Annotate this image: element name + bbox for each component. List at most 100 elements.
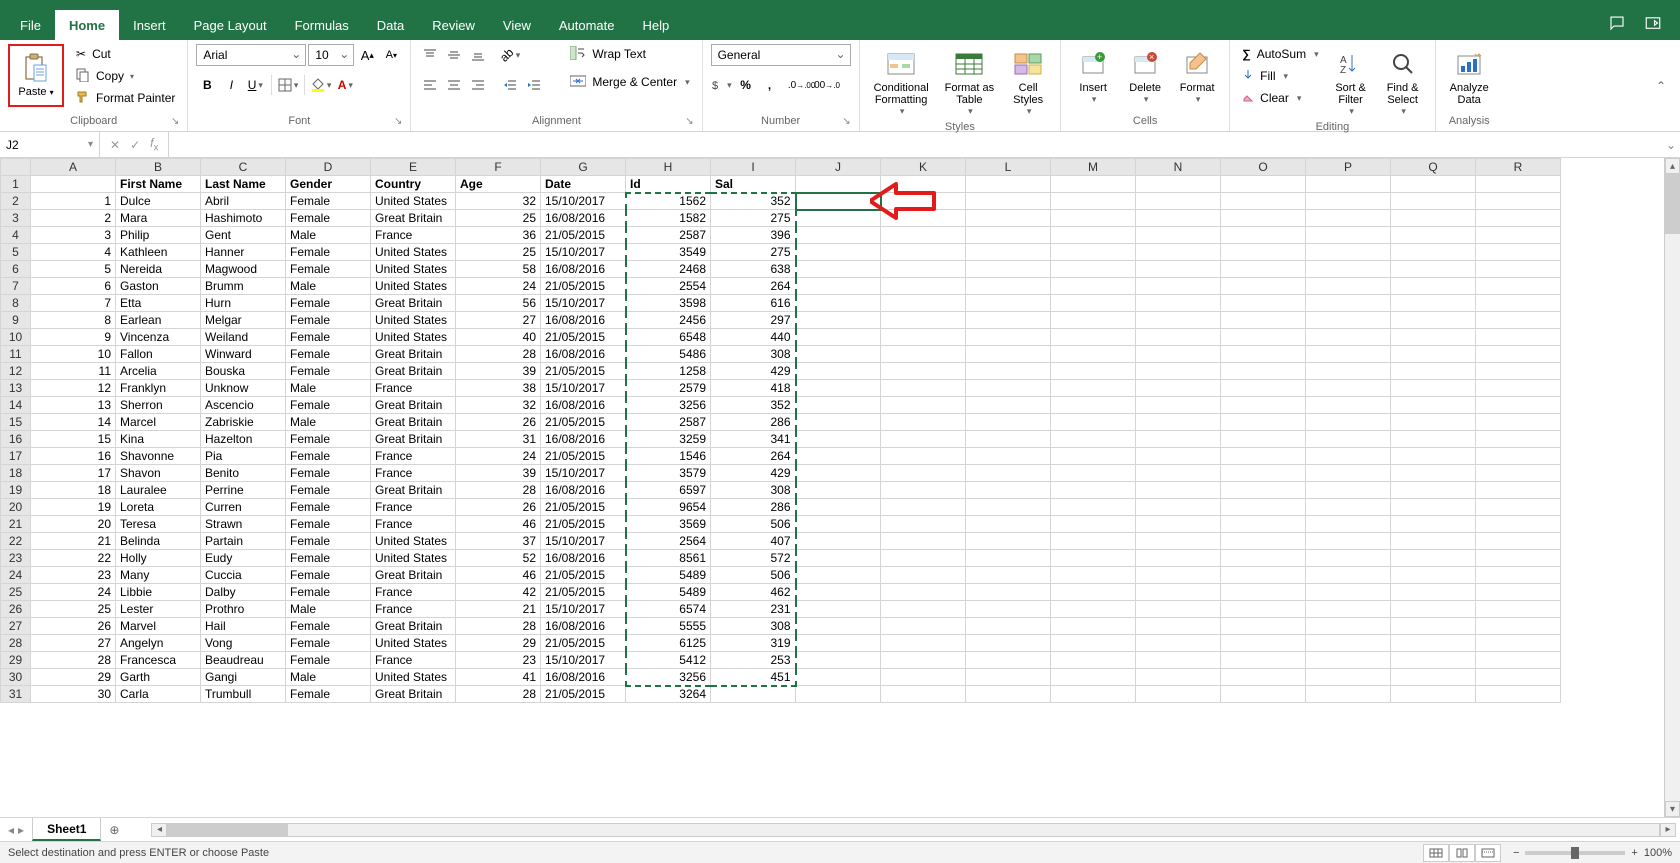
cell[interactable]: 13 — [31, 397, 116, 414]
cell[interactable] — [1476, 567, 1561, 584]
cell[interactable]: 24 — [31, 584, 116, 601]
cell[interactable] — [1391, 482, 1476, 499]
vertical-scrollbar[interactable]: ▴ ▾ — [1664, 158, 1680, 817]
cell[interactable]: Female — [286, 346, 371, 363]
cell[interactable] — [1221, 380, 1306, 397]
cell[interactable]: 26 — [31, 618, 116, 635]
cell[interactable]: Male — [286, 227, 371, 244]
cell[interactable]: Ascencio — [201, 397, 286, 414]
cell[interactable] — [796, 516, 881, 533]
cell[interactable]: 6548 — [626, 329, 711, 346]
cell[interactable]: 1562 — [626, 193, 711, 210]
cell[interactable]: Hurn — [201, 295, 286, 312]
cell[interactable]: 275 — [711, 210, 796, 227]
cell[interactable] — [881, 414, 966, 431]
cell[interactable]: United States — [371, 669, 456, 686]
cell[interactable] — [966, 380, 1051, 397]
cut-button[interactable]: ✂Cut — [72, 44, 179, 64]
cell[interactable] — [1051, 533, 1136, 550]
zoom-slider[interactable] — [1525, 851, 1625, 855]
cell[interactable] — [796, 669, 881, 686]
row-header[interactable]: 1 — [1, 176, 31, 193]
cell[interactable] — [796, 550, 881, 567]
cell[interactable]: 16/08/2016 — [541, 346, 626, 363]
cell[interactable]: 5555 — [626, 618, 711, 635]
col-header-N[interactable]: N — [1136, 159, 1221, 176]
cell[interactable] — [881, 516, 966, 533]
cell[interactable] — [1306, 278, 1391, 295]
cell[interactable] — [1051, 584, 1136, 601]
cell[interactable]: 21/05/2015 — [541, 499, 626, 516]
cell[interactable] — [1306, 567, 1391, 584]
cell[interactable]: Fallon — [116, 346, 201, 363]
cell[interactable]: 19 — [31, 499, 116, 516]
cell[interactable]: Female — [286, 635, 371, 652]
cell[interactable] — [881, 176, 966, 193]
cell[interactable] — [1391, 516, 1476, 533]
cell[interactable]: Female — [286, 397, 371, 414]
cell[interactable]: 418 — [711, 380, 796, 397]
cell[interactable]: 5412 — [626, 652, 711, 669]
cell[interactable]: Pia — [201, 448, 286, 465]
cell[interactable] — [881, 261, 966, 278]
cell[interactable]: Many — [116, 567, 201, 584]
cell[interactable] — [1136, 499, 1221, 516]
cell[interactable]: 16 — [31, 448, 116, 465]
autosum-button[interactable]: ∑AutoSum — [1238, 44, 1322, 64]
cell[interactable]: 3256 — [626, 669, 711, 686]
cell[interactable] — [796, 618, 881, 635]
cell[interactable] — [966, 465, 1051, 482]
cell[interactable]: 36 — [456, 227, 541, 244]
col-header-L[interactable]: L — [966, 159, 1051, 176]
cell[interactable] — [1136, 261, 1221, 278]
cell[interactable] — [1306, 363, 1391, 380]
cell[interactable] — [966, 363, 1051, 380]
cell[interactable] — [1051, 567, 1136, 584]
cell[interactable]: Great Britain — [371, 414, 456, 431]
cell[interactable]: 39 — [456, 465, 541, 482]
cell[interactable] — [796, 533, 881, 550]
cell[interactable] — [796, 346, 881, 363]
cell[interactable]: 1258 — [626, 363, 711, 380]
font-name-select[interactable]: Arial — [196, 44, 306, 66]
cell[interactable] — [1306, 380, 1391, 397]
cell[interactable] — [881, 380, 966, 397]
cell[interactable] — [1221, 516, 1306, 533]
cell[interactable]: France — [371, 601, 456, 618]
decrease-decimal-icon[interactable]: .00→.0 — [815, 74, 837, 96]
clear-button[interactable]: Clear — [1238, 88, 1322, 108]
cell[interactable]: 25 — [456, 244, 541, 261]
cell[interactable]: 286 — [711, 499, 796, 516]
comments-icon[interactable] — [1608, 14, 1626, 37]
cell[interactable] — [1391, 550, 1476, 567]
cell[interactable]: Etta — [116, 295, 201, 312]
cell[interactable] — [881, 635, 966, 652]
cell[interactable] — [966, 176, 1051, 193]
cell[interactable]: 3598 — [626, 295, 711, 312]
cell[interactable] — [881, 482, 966, 499]
cell[interactable]: Strawn — [201, 516, 286, 533]
cell[interactable]: Arcelia — [116, 363, 201, 380]
cell[interactable] — [1051, 448, 1136, 465]
percent-format-icon[interactable]: % — [735, 74, 757, 96]
expand-formula-icon[interactable]: ⌄ — [1662, 132, 1680, 157]
cell[interactable] — [1391, 652, 1476, 669]
cell[interactable] — [1221, 244, 1306, 261]
cell[interactable]: Great Britain — [371, 618, 456, 635]
cell[interactable]: 3569 — [626, 516, 711, 533]
cell[interactable] — [1306, 601, 1391, 618]
cell[interactable] — [1306, 397, 1391, 414]
cell[interactable] — [1136, 448, 1221, 465]
cell[interactable] — [1476, 414, 1561, 431]
zoom-in-icon[interactable]: + — [1631, 847, 1637, 859]
cell[interactable] — [1391, 635, 1476, 652]
cell[interactable] — [1391, 261, 1476, 278]
cell[interactable] — [1221, 193, 1306, 210]
cell[interactable]: 21/05/2015 — [541, 448, 626, 465]
cell[interactable] — [881, 193, 966, 210]
cell[interactable] — [966, 397, 1051, 414]
cell[interactable]: France — [371, 465, 456, 482]
cell[interactable]: Nereida — [116, 261, 201, 278]
cell[interactable] — [966, 652, 1051, 669]
cell[interactable] — [1136, 312, 1221, 329]
